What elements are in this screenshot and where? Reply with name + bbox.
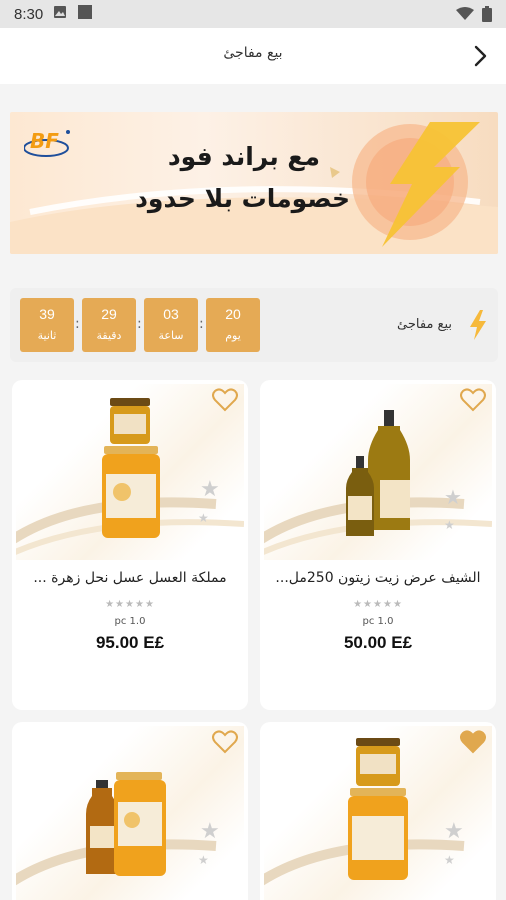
product-card[interactable]: ★ ★ مملكة العسل عسل نحل زهرة ... ★★★★★ p… bbox=[12, 380, 248, 710]
brand-logo-text: BF bbox=[30, 129, 59, 153]
flash-sale-title: بيع مفاجئ bbox=[397, 317, 452, 332]
product-image: ★ ★ bbox=[264, 384, 492, 560]
flash-sale-header: بيع مفاجئ 20 يوم : 03 ساعة : 29 دقيقة : … bbox=[10, 288, 498, 362]
countdown-seconds-value: 39 bbox=[39, 306, 55, 322]
countdown-separator: : bbox=[75, 316, 80, 332]
favorite-heart-icon[interactable] bbox=[212, 730, 238, 754]
svg-text:★: ★ bbox=[444, 485, 462, 509]
svg-text:★: ★ bbox=[200, 819, 220, 844]
countdown-hours-value: 03 bbox=[163, 306, 179, 322]
product-unit: pc 1.0 bbox=[362, 616, 394, 627]
image-notification-icon bbox=[53, 5, 67, 23]
countdown-minutes: 29 دقيقة bbox=[82, 298, 136, 352]
favorite-heart-icon[interactable] bbox=[212, 388, 238, 412]
product-image: ★ ★ bbox=[16, 726, 244, 900]
countdown-separator: : bbox=[137, 316, 142, 332]
svg-text:★: ★ bbox=[198, 853, 209, 867]
product-price: 95.00 E£ bbox=[95, 633, 165, 652]
svg-text:★: ★ bbox=[200, 477, 220, 502]
app-bar: بيع مفاجئ bbox=[0, 28, 506, 84]
status-bar: 8:30 bbox=[0, 0, 506, 28]
favorite-heart-icon[interactable] bbox=[460, 730, 486, 754]
countdown-days: 20 يوم bbox=[206, 298, 260, 352]
product-name: مملكة العسل عسل نحل زهرة ... bbox=[33, 570, 227, 586]
product-name: الشيف عرض زيت زيتون 250مل... bbox=[275, 570, 481, 586]
lightning-icon bbox=[468, 310, 488, 344]
back-button[interactable] bbox=[468, 42, 492, 70]
countdown-days-value: 20 bbox=[225, 306, 241, 322]
svg-text:★: ★ bbox=[198, 511, 209, 525]
banner-swoosh-graphic bbox=[10, 122, 498, 254]
product-image: ★ ★ bbox=[16, 384, 244, 560]
banner-subheadline: خصومات بلا حدود bbox=[135, 184, 350, 213]
product-card[interactable]: ★ ★ bbox=[12, 722, 248, 900]
brand-logo: BF bbox=[23, 122, 76, 166]
battery-icon bbox=[482, 6, 492, 26]
countdown-separator: : bbox=[199, 316, 204, 332]
chevron-right-icon bbox=[474, 45, 487, 67]
countdown-hours: 03 ساعة bbox=[144, 298, 198, 352]
countdown-minutes-label: دقيقة bbox=[96, 329, 122, 342]
notification-square-icon bbox=[77, 4, 93, 24]
product-card[interactable]: ★ ★ الشيف عرض زيت زيتون 250مل... ★★★★★ p… bbox=[260, 380, 496, 710]
product-image: ★ ★ bbox=[264, 726, 492, 900]
product-price: 50.00 E£ bbox=[343, 633, 413, 652]
page-title: بيع مفاجئ bbox=[223, 45, 283, 61]
svg-text:★: ★ bbox=[444, 518, 455, 532]
svg-text:★: ★ bbox=[444, 819, 464, 844]
countdown-minutes-value: 29 bbox=[101, 306, 117, 322]
countdown-hours-label: ساعة bbox=[158, 329, 184, 342]
countdown-seconds-label: ثانية bbox=[37, 329, 57, 342]
promo-banner[interactable]: BF مع براند فود خصومات بلا حدود bbox=[10, 112, 498, 254]
banner-headline: مع براند فود bbox=[167, 142, 320, 171]
countdown-days-label: يوم bbox=[225, 329, 241, 342]
wifi-icon bbox=[456, 7, 474, 25]
status-time: 8:30 bbox=[14, 5, 44, 23]
product-rating: ★★★★★ bbox=[105, 599, 155, 610]
product-unit: pc 1.0 bbox=[114, 616, 146, 627]
countdown-seconds: 39 ثانية bbox=[20, 298, 74, 352]
product-card[interactable]: ★ ★ bbox=[260, 722, 496, 900]
svg-text:★: ★ bbox=[444, 853, 455, 867]
favorite-heart-icon[interactable] bbox=[460, 388, 486, 412]
product-rating: ★★★★★ bbox=[353, 599, 403, 610]
